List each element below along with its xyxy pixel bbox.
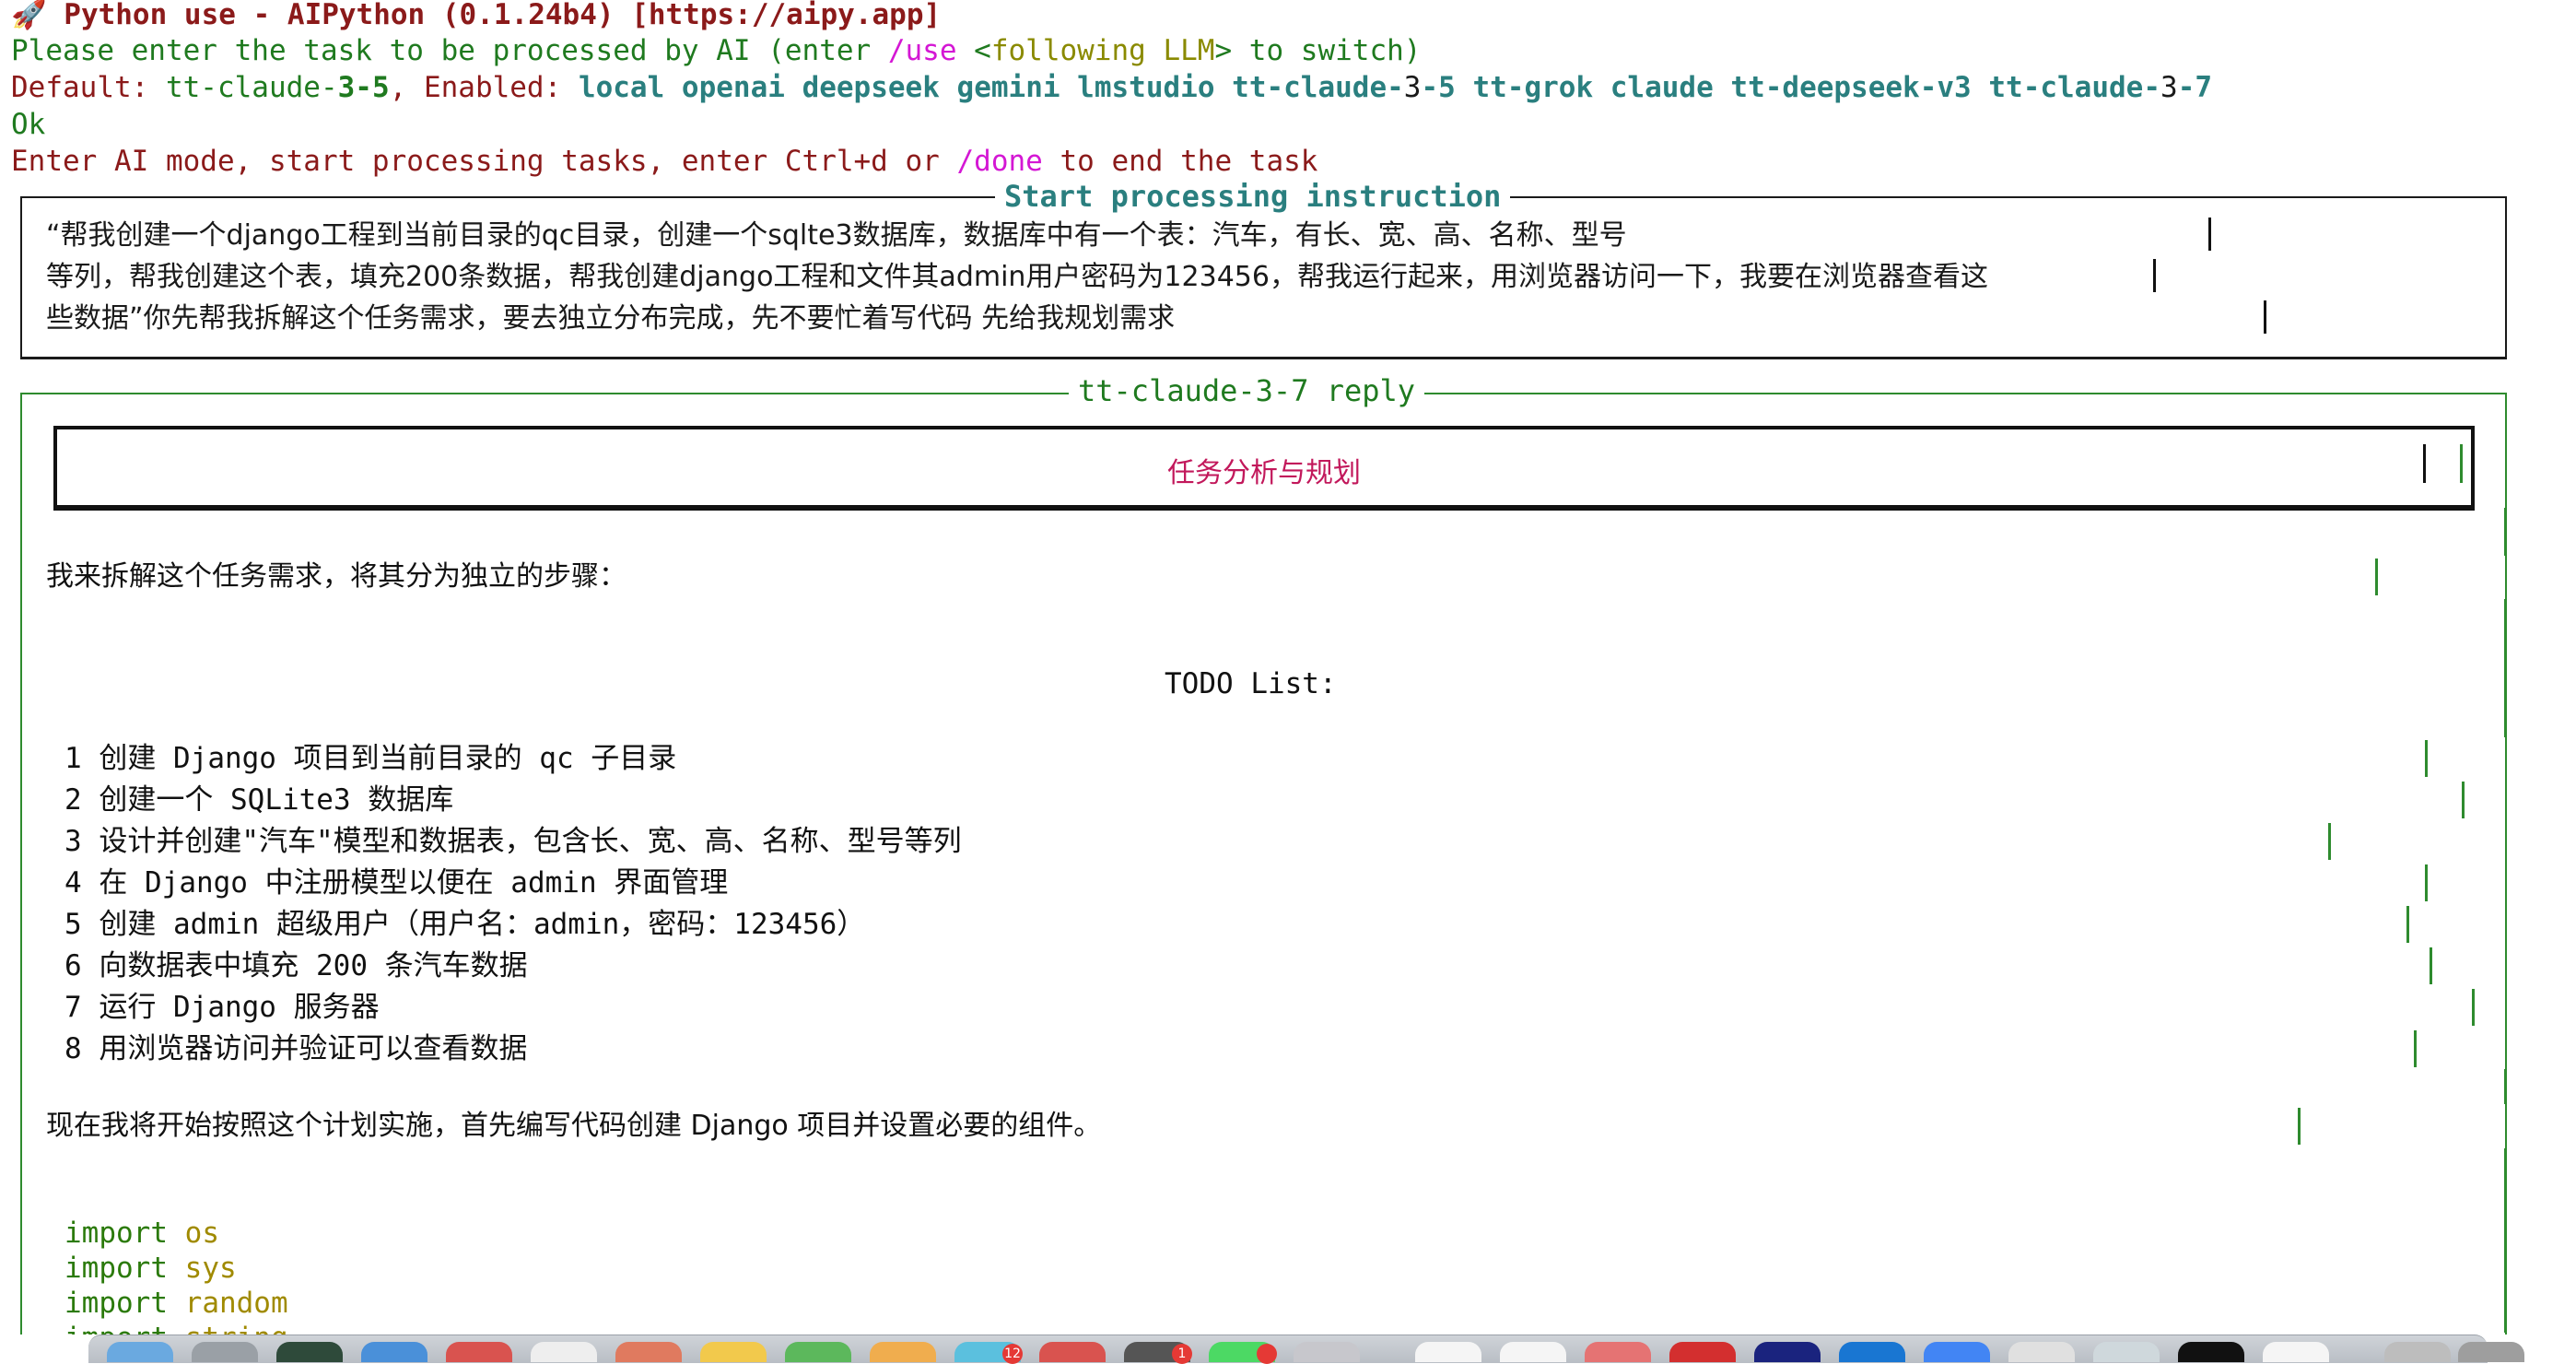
cursor-mark bbox=[2423, 444, 2426, 483]
app-icon[interactable] bbox=[1415, 1342, 1481, 1362]
todo-item: 5 创建 admin 超级用户（用户名：admin，密码：123456） bbox=[64, 908, 866, 941]
done-command: /done bbox=[956, 145, 1043, 178]
enabled-models: local openai deepseek gemini lmstudio tt… bbox=[578, 71, 1404, 104]
todo-item: 8 用浏览器访问并验证可以查看数据 bbox=[64, 1032, 528, 1065]
app-icon[interactable] bbox=[1294, 1342, 1360, 1362]
margin-mark bbox=[2430, 947, 2432, 984]
app-icon[interactable] bbox=[276, 1342, 343, 1362]
instruction-line-3: 些数据”你先帮我拆解这个任务需求，要去独立分布完成，先不要忙着写代码 先给我规划… bbox=[46, 302, 1176, 335]
margin-mark bbox=[2504, 599, 2507, 737]
use-command: /use bbox=[887, 34, 957, 67]
app-icon[interactable] bbox=[531, 1342, 597, 1362]
app-icon[interactable] bbox=[2093, 1342, 2160, 1362]
app-icon[interactable] bbox=[870, 1342, 936, 1362]
instruction-line-2: 等列，帮我创建这个表，填充200条数据，帮我创建django工程和文件其admi… bbox=[46, 261, 1988, 293]
app-url-link[interactable]: https://aipy.app bbox=[649, 0, 924, 31]
app-icon[interactable] bbox=[1754, 1342, 1821, 1362]
app-title: Python use - AIPython (0.1.24b4) bbox=[64, 0, 632, 31]
margin-mark bbox=[2375, 559, 2378, 595]
margin-mark bbox=[2298, 1108, 2301, 1145]
app-icon[interactable] bbox=[1500, 1342, 1566, 1362]
app-icon[interactable] bbox=[1839, 1342, 1905, 1362]
margin-mark bbox=[2472, 989, 2475, 1026]
margin-mark bbox=[2406, 906, 2409, 943]
app-icon[interactable] bbox=[1585, 1342, 1651, 1362]
section-header-box: 任务分析与规划 bbox=[53, 426, 2475, 511]
margin-mark bbox=[2460, 444, 2463, 483]
margin-mark bbox=[2425, 864, 2428, 901]
notification-badge bbox=[1257, 1344, 1277, 1364]
notes-icon[interactable] bbox=[700, 1342, 767, 1362]
app-icon[interactable] bbox=[1039, 1342, 1106, 1362]
todo-item: 7 运行 Django 服务器 bbox=[64, 991, 380, 1024]
safari-icon[interactable] bbox=[361, 1342, 427, 1362]
margin-mark bbox=[2425, 740, 2428, 777]
terminal-window[interactable]: 🚀 Python use - AIPython (0.1.24b4) [http… bbox=[0, 0, 2576, 1335]
ok-line: Ok bbox=[11, 108, 46, 141]
code-line: import random bbox=[64, 1287, 288, 1320]
cursor-mark bbox=[2153, 259, 2156, 292]
code-line: import sys bbox=[64, 1252, 237, 1285]
cursor-mark bbox=[2208, 218, 2211, 251]
margin-mark bbox=[2504, 1069, 2507, 1104]
todo-item: 4 在 Django 中注册模型以便在 admin 界面管理 bbox=[64, 866, 729, 900]
margin-mark bbox=[2414, 1030, 2417, 1067]
finder-icon[interactable] bbox=[107, 1342, 173, 1362]
calendar-icon[interactable] bbox=[615, 1342, 682, 1362]
notification-badge: 12 bbox=[1002, 1344, 1023, 1364]
trash-icon[interactable] bbox=[2458, 1342, 2524, 1362]
app-icon[interactable] bbox=[1669, 1342, 1736, 1362]
todo-item: 2 创建一个 SQLite3 数据库 bbox=[64, 783, 454, 817]
section-title: 任务分析与规划 bbox=[1167, 457, 1361, 489]
todo-title: TODO List: bbox=[1165, 667, 1337, 700]
model-status-line: Default: tt-claude-3-5, Enabled: local o… bbox=[11, 71, 2213, 104]
code-line: import os bbox=[64, 1217, 219, 1250]
notification-badge: 1 bbox=[1172, 1344, 1192, 1364]
reply-intro: 我来拆解这个任务需求，将其分为独立的步骤： bbox=[46, 560, 626, 593]
app-icon[interactable] bbox=[2263, 1342, 2329, 1362]
app-header: 🚀 Python use - AIPython (0.1.24b4) [http… bbox=[11, 0, 942, 31]
app-icon[interactable] bbox=[2008, 1342, 2075, 1362]
margin-mark bbox=[2504, 508, 2507, 556]
instruction-line-1: “帮我创建一个django工程到当前目录的qc目录，创建一个sqlte3数据库，… bbox=[46, 219, 1627, 252]
reply-closing: 现在我将开始按照这个计划实施，首先编写代码创建 Django 项目并设置必要的组… bbox=[46, 1110, 1102, 1142]
margin-mark bbox=[2462, 782, 2465, 818]
default-model: tt-claude- bbox=[165, 71, 338, 104]
app-icon[interactable] bbox=[446, 1342, 512, 1362]
todo-item: 1 创建 Django 项目到当前目录的 qc 子目录 bbox=[64, 742, 677, 775]
reply-panel-title: tt-claude-3-7 reply bbox=[1069, 374, 1425, 407]
terminal-icon[interactable] bbox=[2178, 1342, 2244, 1362]
prompt-line: Please enter the task to be processed by… bbox=[11, 34, 1422, 67]
instruction-panel-title: Start processing instruction bbox=[995, 180, 1511, 213]
cursor-mark bbox=[2264, 300, 2266, 334]
todo-item: 6 向数据表中填充 200 条汽车数据 bbox=[64, 949, 528, 982]
app-icon[interactable] bbox=[1924, 1342, 1990, 1362]
messages-icon[interactable] bbox=[785, 1342, 851, 1362]
rocket-icon: 🚀 bbox=[11, 0, 47, 31]
code-line: import string bbox=[64, 1321, 288, 1335]
margin-mark bbox=[2328, 823, 2331, 860]
todo-item: 3 设计并创建"汽车"模型和数据表，包含长、宽、高、名称、型号等列 bbox=[64, 825, 962, 858]
downloads-icon[interactable] bbox=[2384, 1342, 2451, 1362]
ai-mode-line: Enter AI mode, start processing tasks, e… bbox=[11, 145, 1318, 178]
reply-panel bbox=[20, 393, 2507, 1335]
launchpad-icon[interactable] bbox=[192, 1342, 258, 1362]
margin-mark bbox=[2504, 1148, 2507, 1333]
